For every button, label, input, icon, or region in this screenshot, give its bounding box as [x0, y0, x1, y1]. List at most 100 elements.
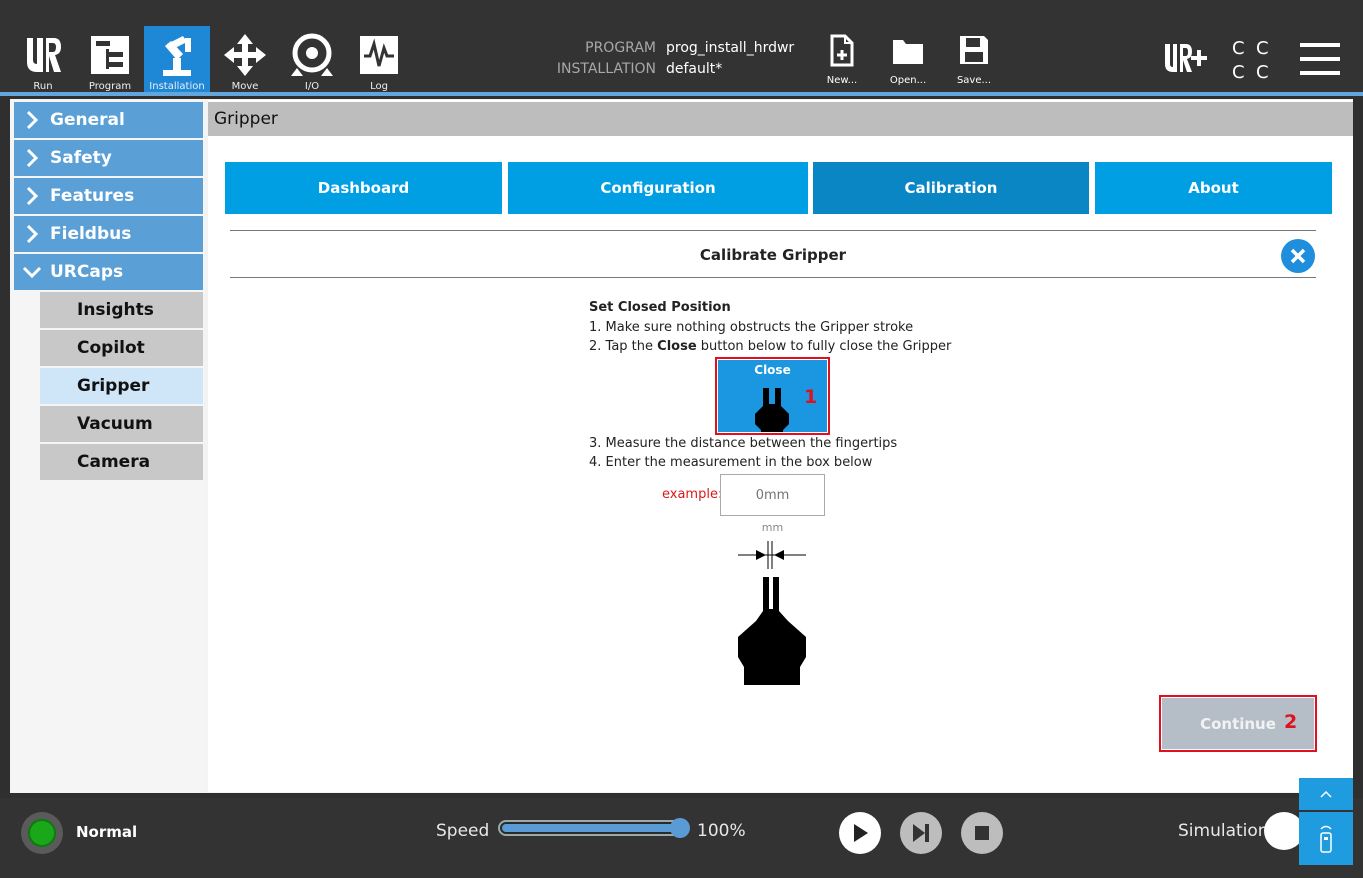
instruction-step-1: 1. Make sure nothing obstructs the Gripp…	[589, 320, 914, 335]
tab-about[interactable]: About	[1095, 162, 1332, 214]
step2-bold: Close	[657, 339, 697, 354]
close-dialog-button[interactable]	[1281, 239, 1315, 273]
sidebar-subitem-label: Copilot	[77, 338, 145, 358]
step2-text: 2. Tap the	[589, 339, 658, 354]
marker-2: 2	[1284, 711, 1298, 733]
tab-label: Calibration	[904, 179, 998, 197]
side-control-buttons	[1299, 778, 1353, 865]
io-icon	[291, 33, 333, 76]
program-info: PROGRAM prog_install_hrdwr INSTALLATION de…	[540, 38, 794, 80]
calibrate-title: Calibrate Gripper	[699, 246, 847, 264]
sidebar-subitem-copilot[interactable]: Copilot	[40, 330, 203, 366]
nav-log-button[interactable]: Log	[352, 26, 406, 92]
nav-program-label: Program	[88, 81, 132, 92]
save-disk-icon	[960, 36, 988, 64]
tab-label: About	[1188, 179, 1239, 197]
nav-installation-button[interactable]: Installation	[144, 26, 210, 92]
save-button[interactable]: Save...	[944, 32, 1004, 88]
svg-text:C: C	[1232, 38, 1245, 59]
sidebar-item-fieldbus[interactable]: Fieldbus	[14, 216, 203, 252]
sidebar-item-label: URCaps	[50, 262, 124, 282]
instruction-step-2: 2. Tap the Close button below to fully c…	[589, 339, 951, 354]
ur-logo-icon	[27, 38, 61, 72]
speed-slider-fill	[502, 824, 680, 832]
sidebar-subitem-label: Insights	[77, 300, 154, 320]
instruction-step-3: 3. Measure the distance between the fing…	[589, 436, 898, 451]
chevron-right-icon	[26, 110, 39, 130]
tab-dashboard[interactable]: Dashboard	[225, 162, 502, 214]
page-title: Gripper	[208, 102, 1353, 136]
stop-button[interactable]	[961, 812, 1003, 854]
robot-status-button[interactable]	[21, 812, 63, 854]
measurement-input[interactable]	[720, 474, 825, 516]
sidebar-subitem-gripper[interactable]: Gripper	[40, 368, 203, 404]
sidebar-item-label: Features	[50, 186, 135, 206]
sidebar-item-features[interactable]: Features	[14, 178, 203, 214]
step-button[interactable]	[900, 812, 942, 854]
instruction-step-4: 4. Enter the measurement in the box belo…	[589, 455, 873, 470]
play-button[interactable]	[839, 812, 881, 854]
chevron-down-icon	[22, 266, 42, 279]
ur-plus-icon	[1165, 44, 1207, 72]
teach-pendant-button[interactable]	[1299, 812, 1353, 865]
nav-io-button[interactable]: I/O	[284, 26, 340, 92]
speed-slider[interactable]	[498, 818, 690, 838]
urcaps-button[interactable]	[1162, 40, 1208, 80]
sidebar-subitem-label: Vacuum	[77, 414, 153, 434]
sidebar-item-safety[interactable]: Safety	[14, 140, 203, 176]
svg-text:C: C	[1256, 62, 1269, 80]
new-button[interactable]: New...	[812, 32, 872, 88]
example-label: example:	[662, 487, 723, 502]
close-icon	[1290, 248, 1306, 264]
hamburger-menu-icon	[1300, 43, 1340, 75]
speed-slider-handle[interactable]	[670, 818, 690, 838]
top-bar-accent	[0, 92, 1363, 96]
sidebar-subitem-camera[interactable]: Camera	[40, 444, 203, 480]
bottom-bar	[0, 798, 1363, 878]
tab-calibration[interactable]: Calibration	[813, 162, 1089, 214]
nav-io-label: I/O	[304, 81, 320, 92]
simulation-label: Simulation	[1178, 821, 1269, 841]
nav-move-button[interactable]: Move	[218, 26, 272, 92]
nav-program-button[interactable]: Program	[80, 26, 140, 92]
speed-label: Speed	[436, 821, 490, 841]
new-file-icon	[830, 34, 854, 67]
cc-status-icon: C CC C	[1232, 38, 1269, 83]
installation-label: INSTALLATION	[556, 61, 656, 77]
control-mode-button[interactable]: CCCC	[1230, 36, 1276, 84]
sidebar-item-general[interactable]: General	[14, 102, 203, 138]
step2-text: button below to fully close the Gripper	[696, 339, 952, 354]
sidebar-subitem-label: Gripper	[77, 376, 150, 396]
robot-arm-icon	[163, 36, 191, 76]
tab-label: Configuration	[600, 179, 716, 197]
chevron-right-icon	[26, 224, 39, 244]
sidebar-subitem-label: Camera	[77, 452, 151, 472]
remote-control-icon	[1320, 825, 1332, 853]
stop-icon	[975, 826, 989, 840]
set-closed-heading: Set Closed Position	[589, 300, 731, 315]
tab-label: Dashboard	[317, 179, 410, 197]
open-button[interactable]: Open...	[878, 32, 938, 88]
svg-text:C: C	[1232, 62, 1245, 80]
sidebar-item-label: Fieldbus	[50, 224, 132, 244]
program-name: prog_install_hrdwr	[666, 40, 795, 56]
marker-1: 1	[804, 386, 818, 408]
program-label: PROGRAM	[585, 40, 656, 56]
sidebar-item-urcaps[interactable]: URCaps	[14, 254, 203, 290]
tab-configuration[interactable]: Configuration	[508, 162, 808, 214]
unit-label: mm	[761, 521, 784, 534]
new-label: New...	[826, 75, 858, 86]
sidebar-subitem-insights[interactable]: Insights	[40, 292, 203, 328]
simulation-toggle[interactable]	[1264, 812, 1304, 850]
folder-icon	[893, 40, 923, 64]
log-icon	[360, 36, 398, 74]
menu-button[interactable]	[1300, 42, 1340, 80]
nav-run-button[interactable]: Run	[14, 26, 72, 92]
chevron-up-icon	[1320, 790, 1332, 798]
expand-up-button[interactable]	[1299, 778, 1353, 810]
step-forward-icon	[913, 824, 929, 842]
divider	[230, 277, 1316, 278]
save-label: Save...	[956, 75, 992, 86]
open-label: Open...	[889, 75, 927, 86]
sidebar-subitem-vacuum[interactable]: Vacuum	[40, 406, 203, 442]
